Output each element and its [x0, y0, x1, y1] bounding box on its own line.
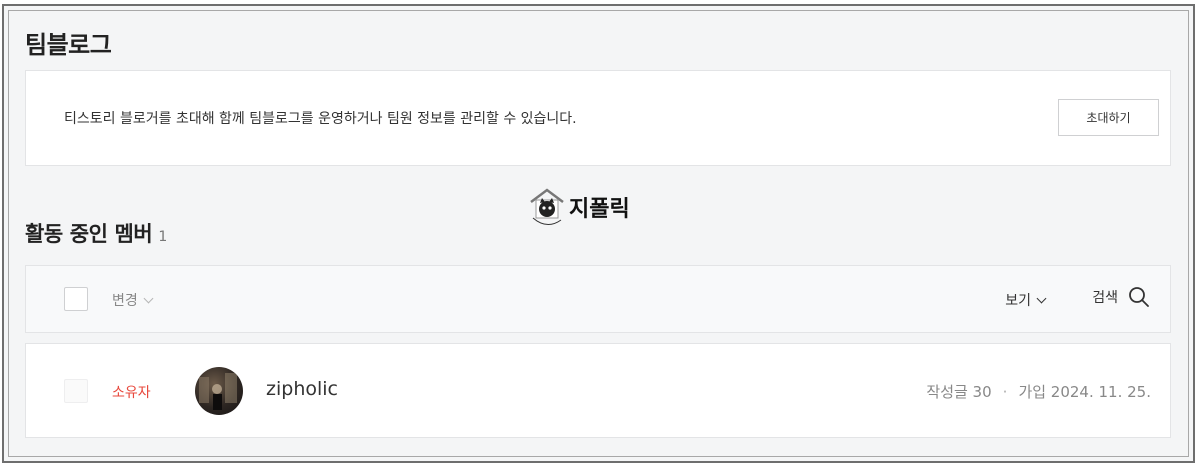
member-name[interactable]: zipholic [266, 378, 338, 400]
change-dropdown[interactable]: 변경 [112, 290, 154, 310]
content-area: 팀블로그 티스토리 블로거를 초대해 함께 팀블로그를 운영하거나 팀원 정보를… [8, 10, 1189, 457]
members-heading: 활동 중인 멤버 1 [25, 218, 167, 248]
members-count: 1 [158, 229, 168, 245]
watermark-text: 지폴릭 [569, 197, 630, 222]
watermark: 지폴릭 [527, 184, 630, 230]
search-button[interactable]: 검색 [1092, 286, 1150, 308]
invite-card: 티스토리 블로거를 초대해 함께 팀블로그를 운영하거나 팀원 정보를 관리할 … [25, 70, 1171, 166]
members-title: 활동 중인 멤버 [25, 222, 153, 246]
chevron-down-icon [143, 293, 154, 303]
member-checkbox [64, 379, 88, 403]
select-all-checkbox[interactable] [64, 287, 88, 311]
chevron-down-icon [1036, 293, 1047, 303]
member-post-count: 작성글 30 [926, 383, 992, 401]
member-meta: 작성글 30 · 가입 2024. 11. 25. [926, 381, 1151, 402]
search-label: 검색 [1092, 290, 1118, 306]
meta-separator: · [1002, 382, 1008, 401]
page-title: 팀블로그 [25, 31, 112, 59]
view-label: 보기 [1005, 293, 1031, 309]
watermark-logo-icon [527, 184, 567, 230]
member-role: 소유자 [112, 385, 151, 401]
search-icon [1129, 287, 1149, 307]
members-toolbar: 변경 보기 검색 [25, 265, 1171, 333]
window-frame: 팀블로그 티스토리 블로거를 초대해 함께 팀블로그를 운영하거나 팀원 정보를… [2, 4, 1195, 463]
member-row: 소유자 zipholic 작성글 30 · 가입 2024. 11. 25. [25, 343, 1171, 438]
invite-description: 티스토리 블로거를 초대해 함께 팀블로그를 운영하거나 팀원 정보를 관리할 … [64, 111, 577, 127]
change-label: 변경 [112, 293, 138, 309]
view-dropdown[interactable]: 보기 [1005, 290, 1047, 310]
member-join-date: 가입 2024. 11. 25. [1018, 383, 1151, 401]
invite-button[interactable]: 초대하기 [1058, 99, 1159, 136]
avatar [195, 367, 243, 415]
